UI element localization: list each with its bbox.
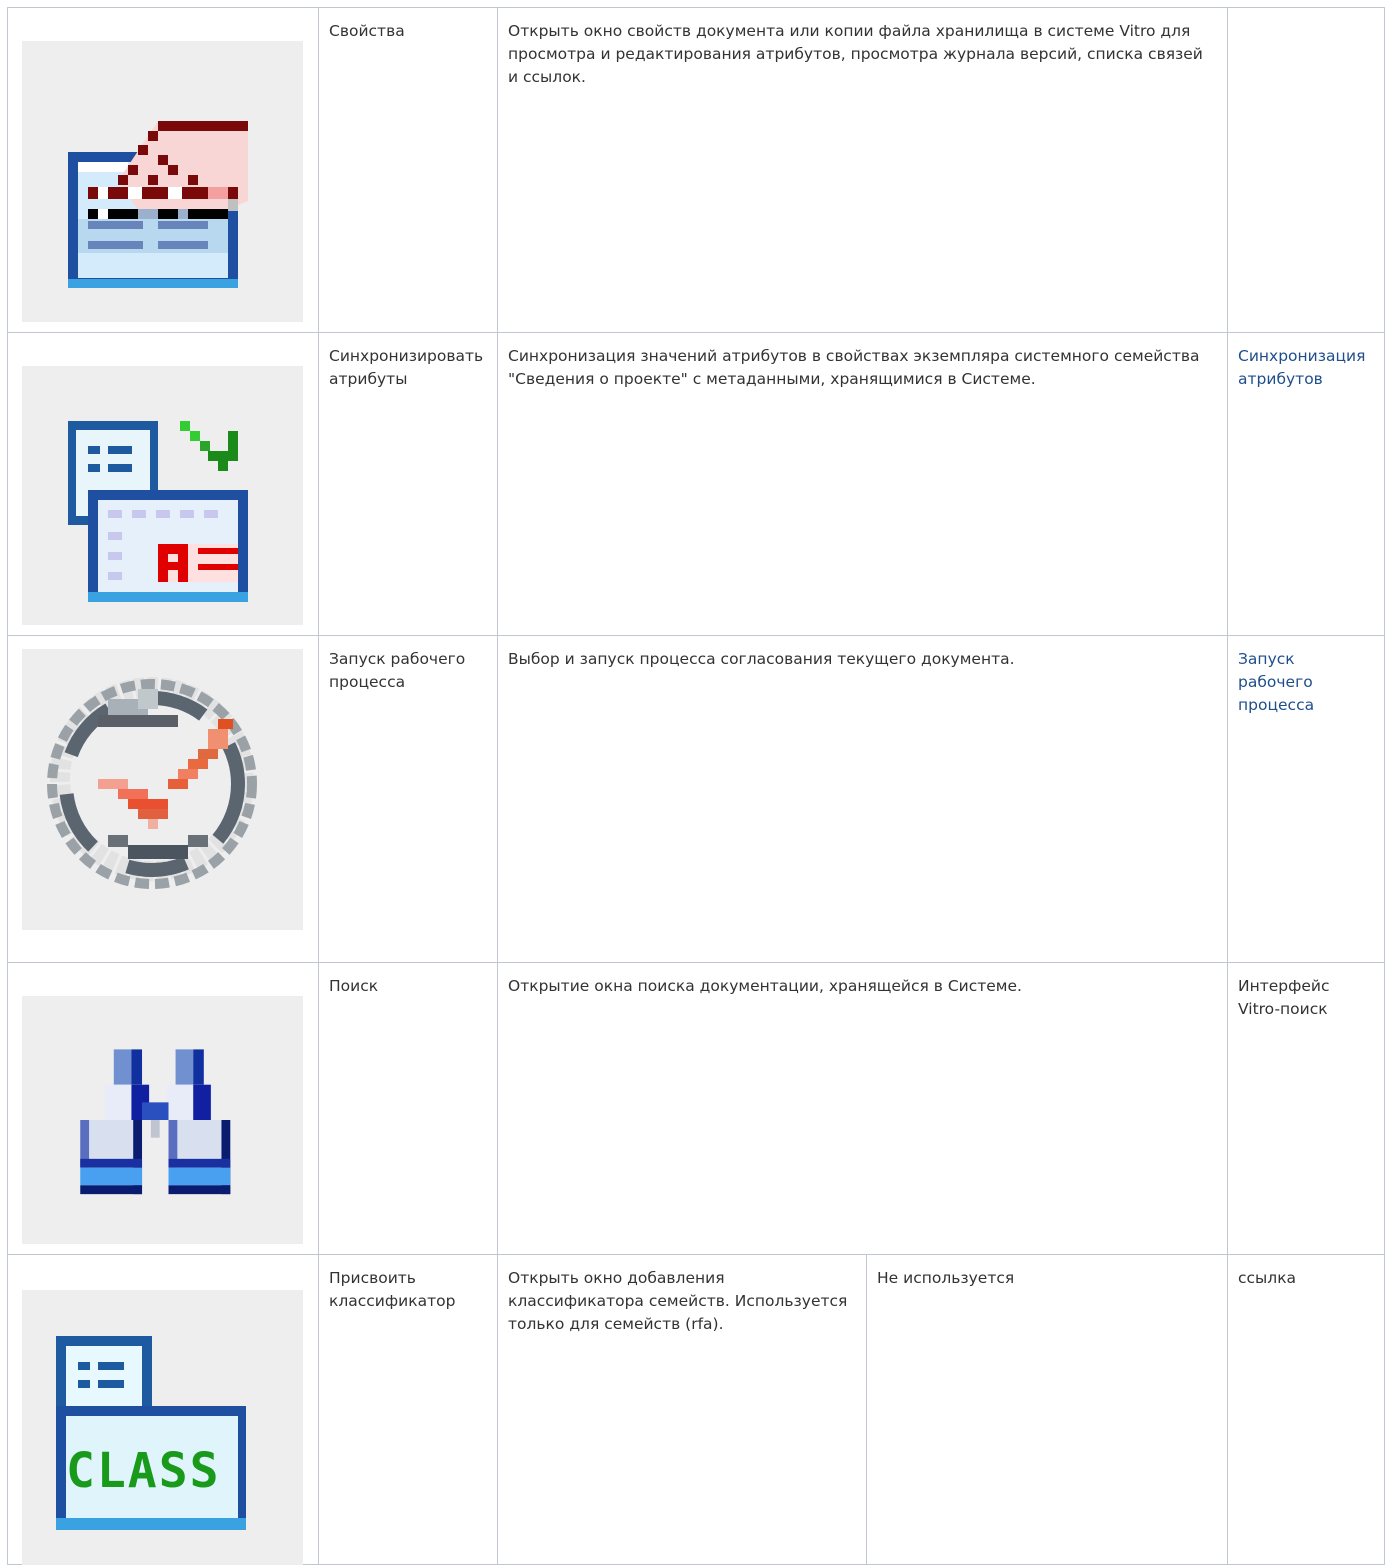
class-icon-text: CLASS	[66, 1443, 221, 1499]
table-row: Запуск рабочего процесса Выбор и запуск …	[7, 635, 1385, 963]
command-description: Открытие окна поиска документации, храня…	[497, 962, 1228, 1255]
link-workflow-start[interactable]: Запуск рабочего процесса	[1238, 648, 1374, 717]
icon-cell	[7, 635, 319, 963]
command-link-cell: Интерфейс Vitro-поиск	[1227, 962, 1385, 1255]
table-row: Поиск Открытие окна поиска документации,…	[7, 962, 1385, 1255]
icon-cell	[7, 962, 319, 1255]
command-name: Присвоить классификатор	[318, 1254, 498, 1565]
command-description: Открыть окно добавления классификатора с…	[497, 1254, 867, 1565]
table-row: Свойства Открыть окно свойств документа …	[7, 7, 1385, 333]
command-link-cell: Синхронизация атрибутов	[1227, 332, 1385, 636]
binoculars-search-icon	[22, 996, 303, 1244]
command-note: Не используется	[866, 1254, 1228, 1565]
table-row: Синхронизировать атрибуты Синхронизация …	[7, 332, 1385, 636]
command-link-cell: Запуск рабочего процесса	[1227, 635, 1385, 963]
command-link-cell: ссылка	[1227, 1254, 1385, 1565]
command-description: Открыть окно свойств документа или копии…	[497, 7, 1228, 333]
commands-table: Свойства Открыть окно свойств документа …	[7, 7, 1385, 1565]
command-link-cell	[1227, 7, 1385, 333]
link-sync-attributes[interactable]: Синхронизация атрибутов	[1238, 345, 1374, 391]
command-name: Синхронизировать атрибуты	[318, 332, 498, 636]
icon-cell	[7, 7, 319, 333]
command-name: Запуск рабочего процесса	[318, 635, 498, 963]
command-description: Выбор и запуск процесса согласования тек…	[497, 635, 1228, 963]
workflow-start-icon	[22, 649, 303, 930]
properties-icon	[22, 41, 303, 322]
classifier-icon: CLASS	[22, 1290, 303, 1565]
command-name: Свойства	[318, 7, 498, 333]
command-name: Поиск	[318, 962, 498, 1255]
sync-attributes-icon	[22, 366, 303, 625]
table-row: CLASS Присвоить классификатор Открыть ок…	[7, 1254, 1385, 1565]
icon-cell	[7, 332, 319, 636]
icon-cell: CLASS	[7, 1254, 319, 1565]
command-description: Синхронизация значений атрибутов в свойс…	[497, 332, 1228, 636]
